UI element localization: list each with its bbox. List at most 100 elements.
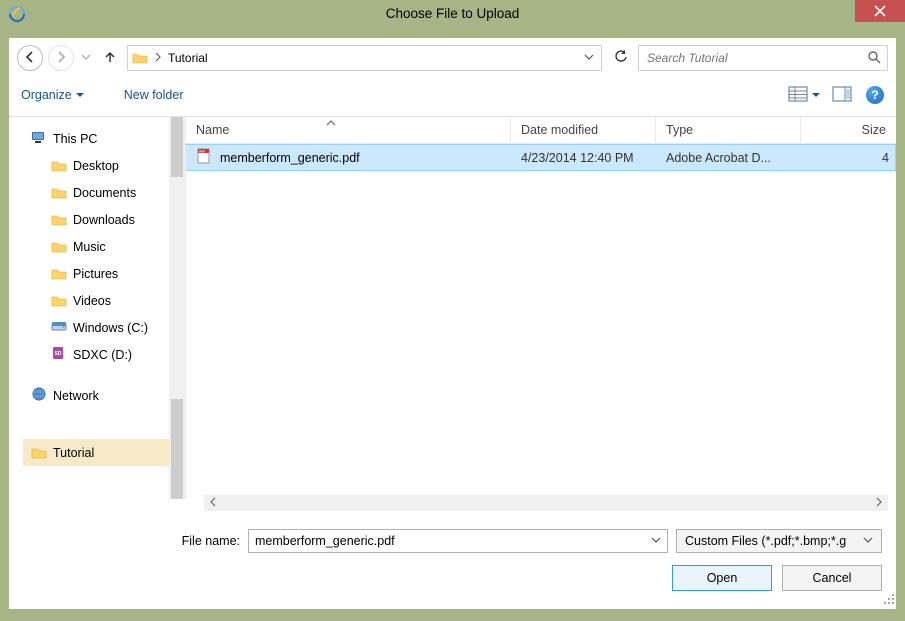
- header-label: Name: [196, 123, 229, 137]
- breadcrumb-separator-icon[interactable]: [154, 51, 162, 65]
- chevron-down-icon: [651, 534, 661, 548]
- chevron-down-icon: [81, 51, 91, 65]
- tree-label: SDXC (D:): [73, 348, 132, 362]
- tree-documents[interactable]: Documents: [23, 179, 185, 206]
- navigation-row: Tutorial: [9, 38, 896, 78]
- address-bar[interactable]: Tutorial: [127, 45, 602, 71]
- preview-pane-button[interactable]: [832, 85, 854, 106]
- scrollbar-thumb[interactable]: [171, 117, 183, 177]
- refresh-button[interactable]: [607, 45, 633, 71]
- organize-button[interactable]: Organize: [21, 88, 84, 102]
- filter-text: Custom Files (*.pdf;*.bmp;*.g: [685, 534, 863, 548]
- help-icon: ?: [871, 88, 878, 102]
- tree-drive-d[interactable]: SD SDXC (D:): [23, 341, 185, 368]
- close-icon: [874, 5, 886, 17]
- file-name: memberform_generic.pdf: [220, 151, 360, 165]
- tree-label: Tutorial: [53, 446, 94, 460]
- bottom-panel: File name: memberform_generic.pdf Custom…: [9, 517, 896, 609]
- svg-text:SD: SD: [55, 351, 62, 357]
- folder-icon: [31, 445, 47, 461]
- pdf-icon: PDF: [196, 148, 212, 167]
- preview-pane-icon: [832, 92, 854, 106]
- file-type: Adobe Acrobat D...: [656, 151, 801, 165]
- header-date-modified[interactable]: Date modified: [511, 117, 656, 143]
- horizontal-scrollbar[interactable]: [204, 495, 888, 511]
- scrollbar-track[interactable]: [220, 498, 872, 508]
- search-input[interactable]: [645, 50, 867, 66]
- tree-label: Downloads: [73, 213, 135, 227]
- tree-network[interactable]: Network: [23, 382, 185, 409]
- arrow-left-icon: [23, 50, 37, 67]
- tree-desktop[interactable]: Desktop: [23, 152, 185, 179]
- new-folder-button[interactable]: New folder: [124, 88, 184, 102]
- recent-locations-button[interactable]: [79, 47, 93, 69]
- chevron-down-icon: [76, 88, 84, 102]
- tree-label: Desktop: [73, 159, 119, 173]
- address-crumb[interactable]: Tutorial: [168, 51, 575, 65]
- chevron-left-icon: [209, 496, 217, 510]
- folder-icon: [51, 293, 67, 309]
- cancel-button[interactable]: Cancel: [782, 565, 882, 591]
- back-button[interactable]: [17, 45, 43, 71]
- cancel-label: Cancel: [813, 571, 852, 585]
- tree-label: Network: [53, 389, 99, 403]
- open-label: Open: [707, 571, 738, 585]
- header-type[interactable]: Type: [656, 117, 801, 143]
- search-box[interactable]: [638, 45, 888, 71]
- filename-label: File name:: [182, 534, 240, 548]
- folder-icon: [51, 158, 67, 174]
- scrollbar-thumb[interactable]: [171, 399, 183, 499]
- chevron-right-icon: [875, 496, 883, 510]
- tree-music[interactable]: Music: [23, 233, 185, 260]
- view-icon: [788, 85, 810, 106]
- folder-icon: [132, 50, 148, 66]
- tree-tutorial[interactable]: Tutorial: [23, 439, 185, 466]
- arrow-up-icon: [103, 50, 117, 67]
- drive-icon: [51, 318, 67, 337]
- header-name[interactable]: Name: [186, 117, 511, 143]
- arrow-right-icon: [54, 50, 68, 67]
- tree-label: Pictures: [73, 267, 118, 281]
- folder-icon: [51, 266, 67, 282]
- title-bar: Choose File to Upload: [0, 0, 905, 30]
- organize-label: Organize: [21, 88, 72, 102]
- new-folder-label: New folder: [124, 88, 184, 102]
- tree-label: Windows (C:): [73, 321, 148, 335]
- navigation-tree[interactable]: This PC Desktop Documents Downloads Musi…: [9, 117, 185, 499]
- file-date: 4/23/2014 12:40 PM: [511, 151, 656, 165]
- tree-label: Videos: [73, 294, 111, 308]
- tree-drive-c[interactable]: Windows (C:): [23, 314, 185, 341]
- help-button[interactable]: ?: [866, 86, 884, 104]
- open-button[interactable]: Open: [672, 565, 772, 591]
- header-label: Type: [666, 123, 693, 137]
- resize-grip-icon[interactable]: [881, 591, 895, 608]
- close-button[interactable]: [855, 0, 905, 22]
- tree-label: This PC: [53, 132, 97, 146]
- file-list-pane: Name Date modified Type Size PDF memberf…: [185, 117, 896, 499]
- window-title: Choose File to Upload: [0, 6, 905, 21]
- tree-scrollbar[interactable]: [169, 117, 185, 499]
- tree-this-pc[interactable]: This PC: [23, 125, 185, 152]
- column-headers: Name Date modified Type Size: [186, 117, 896, 144]
- network-icon: [31, 386, 47, 405]
- address-dropdown-button[interactable]: [581, 51, 597, 65]
- tree-downloads[interactable]: Downloads: [23, 206, 185, 233]
- file-type-filter[interactable]: Custom Files (*.pdf;*.bmp;*.g: [676, 529, 882, 553]
- dialog-body: Tutorial: [9, 38, 896, 609]
- scroll-left-button[interactable]: [206, 496, 220, 510]
- sort-ascending-icon: [326, 116, 336, 130]
- tree-pictures[interactable]: Pictures: [23, 260, 185, 287]
- file-row[interactable]: PDF memberform_generic.pdf 4/23/2014 12:…: [186, 144, 896, 171]
- scroll-right-button[interactable]: [872, 496, 886, 510]
- change-view-button[interactable]: [788, 85, 820, 106]
- svg-text:PDF: PDF: [199, 150, 205, 154]
- tree-label: Music: [73, 240, 106, 254]
- tree-videos[interactable]: Videos: [23, 287, 185, 314]
- forward-button[interactable]: [48, 45, 74, 71]
- chevron-down-icon: [863, 534, 873, 548]
- filename-combobox[interactable]: memberform_generic.pdf: [248, 529, 668, 553]
- header-label: Size: [862, 123, 886, 137]
- up-one-level-button[interactable]: [98, 46, 122, 70]
- search-icon[interactable]: [867, 50, 881, 67]
- header-size[interactable]: Size: [801, 117, 896, 143]
